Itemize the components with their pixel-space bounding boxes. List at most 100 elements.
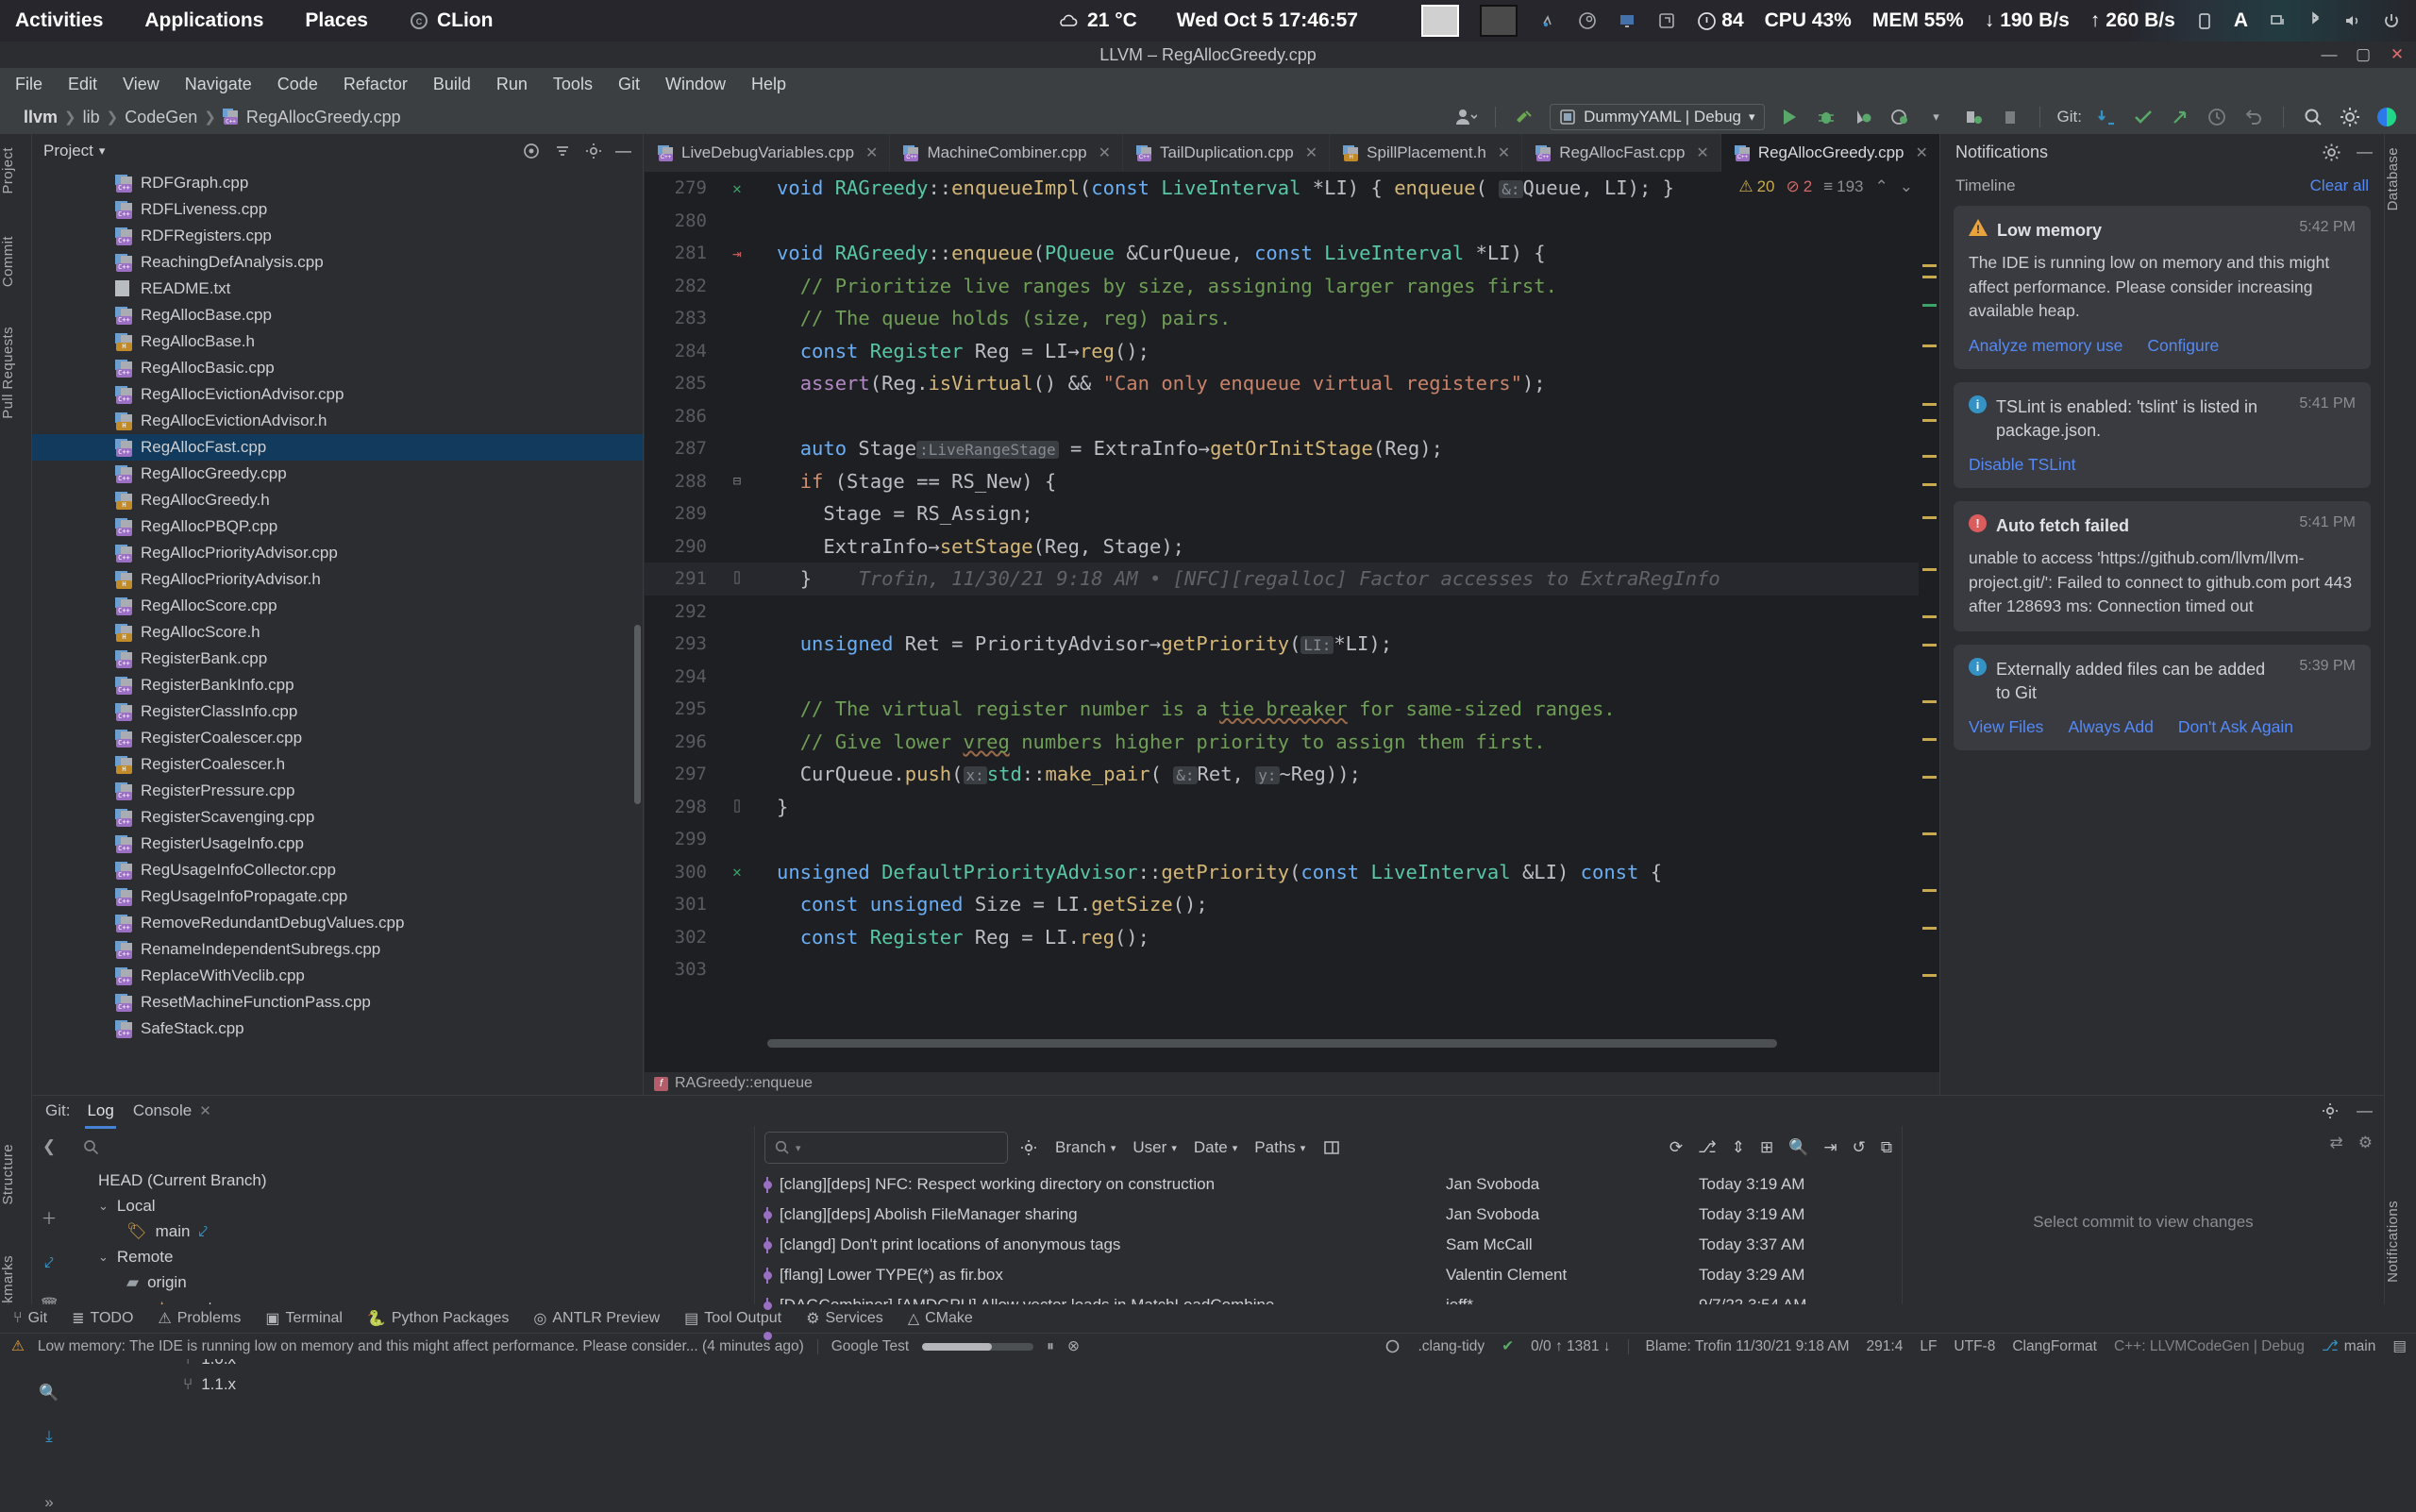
code-line[interactable]: 293 unsigned Ret = PriorityAdvisor→getPr…: [645, 628, 1939, 661]
error-stripe-mark[interactable]: [1922, 927, 1937, 930]
line-number[interactable]: 300: [645, 862, 713, 882]
code-line[interactable]: 295 // The virtual register number is a …: [645, 693, 1939, 726]
menu-refactor[interactable]: Refactor: [344, 75, 408, 94]
code-line[interactable]: 287 auto Stage:LiveRangeStage = ExtraInf…: [645, 432, 1939, 465]
close-icon[interactable]: ✕: [1696, 143, 1708, 162]
weather-indicator[interactable]: 21 °C: [1058, 9, 1137, 32]
tab-spillplacement-h[interactable]: HSpillPlacement.h✕: [1330, 134, 1522, 172]
list-item[interactable]: C++RegAllocBasic.cpp: [32, 355, 643, 381]
fold-open-icon[interactable]: ⊟: [733, 474, 741, 489]
branch-search-field[interactable]: [74, 1131, 747, 1163]
hide-panel-icon[interactable]: —: [615, 142, 631, 160]
list-item[interactable]: C++RegisterBankInfo.cpp: [32, 672, 643, 698]
vcs-inline-blame[interactable]: Trofin, 11/30/21 9:18 AM • [NFC][regallo…: [858, 567, 1720, 590]
error-count-badge[interactable]: ⊘ 2: [1786, 177, 1812, 196]
list-item[interactable]: C++RegAllocBase.cpp: [32, 302, 643, 328]
branch-tree-item[interactable]: ⌄Remote: [66, 1244, 754, 1269]
change-marker-icon[interactable]: ✕: [732, 863, 742, 881]
tool-window-terminal[interactable]: ▣Terminal: [265, 1309, 343, 1328]
tab-regallocgreedy-cpp[interactable]: C++RegAllocGreedy.cpp✕: [1721, 134, 1940, 172]
bluetooth-tray-icon[interactable]: [2308, 11, 2322, 30]
list-item[interactable]: C++RegAllocFast.cpp: [32, 434, 643, 461]
pause-task-icon[interactable]: ⏸: [1047, 1338, 1054, 1355]
line-number[interactable]: 280: [645, 210, 713, 231]
clipboard-tray-icon[interactable]: [2196, 11, 2213, 30]
tool-window-problems[interactable]: ⚠Problems: [158, 1309, 241, 1328]
run-with-coverage-button[interactable]: [1851, 105, 1875, 129]
code-line[interactable]: 297 CurQueue.push(x:std::make_pair( &:Re…: [645, 758, 1939, 791]
menu-help[interactable]: Help: [751, 75, 786, 94]
inspection-expand-icon[interactable]: ⌄: [1900, 177, 1913, 196]
fold-close-icon[interactable]: ⌷: [733, 799, 741, 815]
places-menu[interactable]: Places: [305, 9, 368, 32]
menu-run[interactable]: Run: [496, 75, 528, 94]
tool-window-cmake[interactable]: △CMake: [908, 1309, 973, 1328]
inspection-summary[interactable]: ⚠ 20 ⊘ 2 ≡ 193 ⌃ ⌄: [1738, 177, 1913, 196]
branch-tree-item[interactable]: HEAD (Current Branch): [66, 1168, 754, 1193]
caret-position[interactable]: 291:4: [1867, 1338, 1904, 1355]
show-diff-icon[interactable]: ⇄: [2330, 1134, 2343, 1152]
collapse-branches-icon[interactable]: ❮: [42, 1137, 56, 1156]
more-actions-icon[interactable]: »: [44, 1493, 53, 1512]
git-rollback-icon[interactable]: [2241, 105, 2266, 129]
sidebar-item-notifications[interactable]: Notifications: [2385, 1193, 2416, 1290]
table-row[interactable]: [clang][deps] NFC: Respect working direc…: [755, 1169, 1902, 1200]
code-line[interactable]: 290 ExtraInfo→setStage(Reg, Stage);: [645, 530, 1939, 563]
line-number[interactable]: 279: [645, 177, 713, 198]
screencast-tray-icon[interactable]: [1657, 11, 1676, 30]
list-item[interactable]: C++RegUsageInfoPropagate.cpp: [32, 883, 643, 910]
gutter-markers[interactable]: ⌷: [713, 571, 762, 586]
breadcrumb-file[interactable]: C++ RegAllocGreedy.cpp: [216, 108, 408, 127]
notification-action-link[interactable]: View Files: [1969, 717, 2043, 737]
line-number[interactable]: 291: [645, 568, 713, 589]
checkout-icon[interactable]: ⤦: [44, 1253, 54, 1272]
search-everywhere-icon[interactable]: [2301, 105, 2325, 129]
inspections-widget-icon[interactable]: ✔: [1502, 1337, 1514, 1355]
error-stripe-mark[interactable]: [1922, 974, 1937, 977]
add-branch-icon[interactable]: ＋: [42, 1205, 58, 1229]
filter-user[interactable]: User▾: [1132, 1138, 1176, 1157]
notification-card[interactable]: !Auto fetch failed5:41 PMunable to acces…: [1954, 501, 2371, 631]
line-number[interactable]: 285: [645, 373, 713, 394]
notification-action-link[interactable]: Analyze memory use: [1969, 336, 2122, 356]
error-stripe-mark[interactable]: [1922, 832, 1937, 835]
tab-regallocfast-cpp[interactable]: C++RegAllocFast.cpp✕: [1522, 134, 1721, 172]
error-stripe-mark[interactable]: [1922, 615, 1937, 618]
notification-card[interactable]: Low memory5:42 PMThe IDE is running low …: [1954, 206, 2371, 369]
table-row[interactable]: [flang] Lower TYPE(*) as fir.boxValentin…: [755, 1260, 1902, 1290]
clion-logo-icon[interactable]: [2374, 105, 2399, 129]
tool-window-python-packages[interactable]: 🐍Python Packages: [367, 1309, 509, 1328]
list-item[interactable]: C++RegAllocEvictionAdvisor.cpp: [32, 381, 643, 408]
gutter-markers[interactable]: ⊟: [713, 474, 762, 489]
line-number[interactable]: 293: [645, 633, 713, 654]
git-commit-icon[interactable]: [2131, 105, 2156, 129]
line-number[interactable]: 284: [645, 341, 713, 361]
undo-icon[interactable]: ↺: [1853, 1138, 1866, 1157]
run-button[interactable]: [1777, 105, 1802, 129]
tool-window-antlr-preview[interactable]: ◎ANTLR Preview: [533, 1309, 660, 1328]
find-icon[interactable]: 🔍: [1788, 1138, 1808, 1157]
close-icon[interactable]: ✕: [1099, 143, 1111, 162]
vcs-change-marker-icon[interactable]: ⇥: [732, 244, 742, 262]
layout-icon[interactable]: ⧉: [1881, 1138, 1892, 1157]
info-count-badge[interactable]: ≡ 193: [1823, 177, 1863, 196]
code-line[interactable]: 300✕unsigned DefaultPriorityAdvisor::get…: [645, 856, 1939, 889]
filter-date[interactable]: Date▾: [1194, 1138, 1237, 1157]
menu-navigate[interactable]: Navigate: [185, 75, 252, 94]
code-line[interactable]: 298⌷}: [645, 791, 1939, 824]
problems-counter[interactable]: 0/0 ↑ 1381 ↓: [1531, 1338, 1610, 1355]
status-message[interactable]: Low memory: The IDE is running low on me…: [38, 1338, 804, 1355]
list-item[interactable]: C++RegAllocPBQP.cpp: [32, 513, 643, 540]
notification-action-link[interactable]: Configure: [2147, 336, 2219, 356]
error-stripe-mark[interactable]: [1922, 700, 1937, 703]
line-number[interactable]: 298: [645, 797, 713, 817]
applications-menu[interactable]: Applications: [144, 9, 263, 32]
line-number[interactable]: 296: [645, 731, 713, 752]
list-item[interactable]: C++RegAllocPriorityAdvisor.cpp: [32, 540, 643, 566]
error-stripe-mark[interactable]: [1922, 738, 1937, 741]
graph-icon[interactable]: ⎇: [1698, 1138, 1717, 1157]
net-down-indicator[interactable]: ↓ 190 B/s: [1985, 9, 2070, 32]
build-hammer-icon[interactable]: [1513, 105, 1537, 129]
code-line[interactable]: 280: [645, 205, 1939, 238]
close-icon[interactable]: ✕: [1498, 143, 1510, 162]
